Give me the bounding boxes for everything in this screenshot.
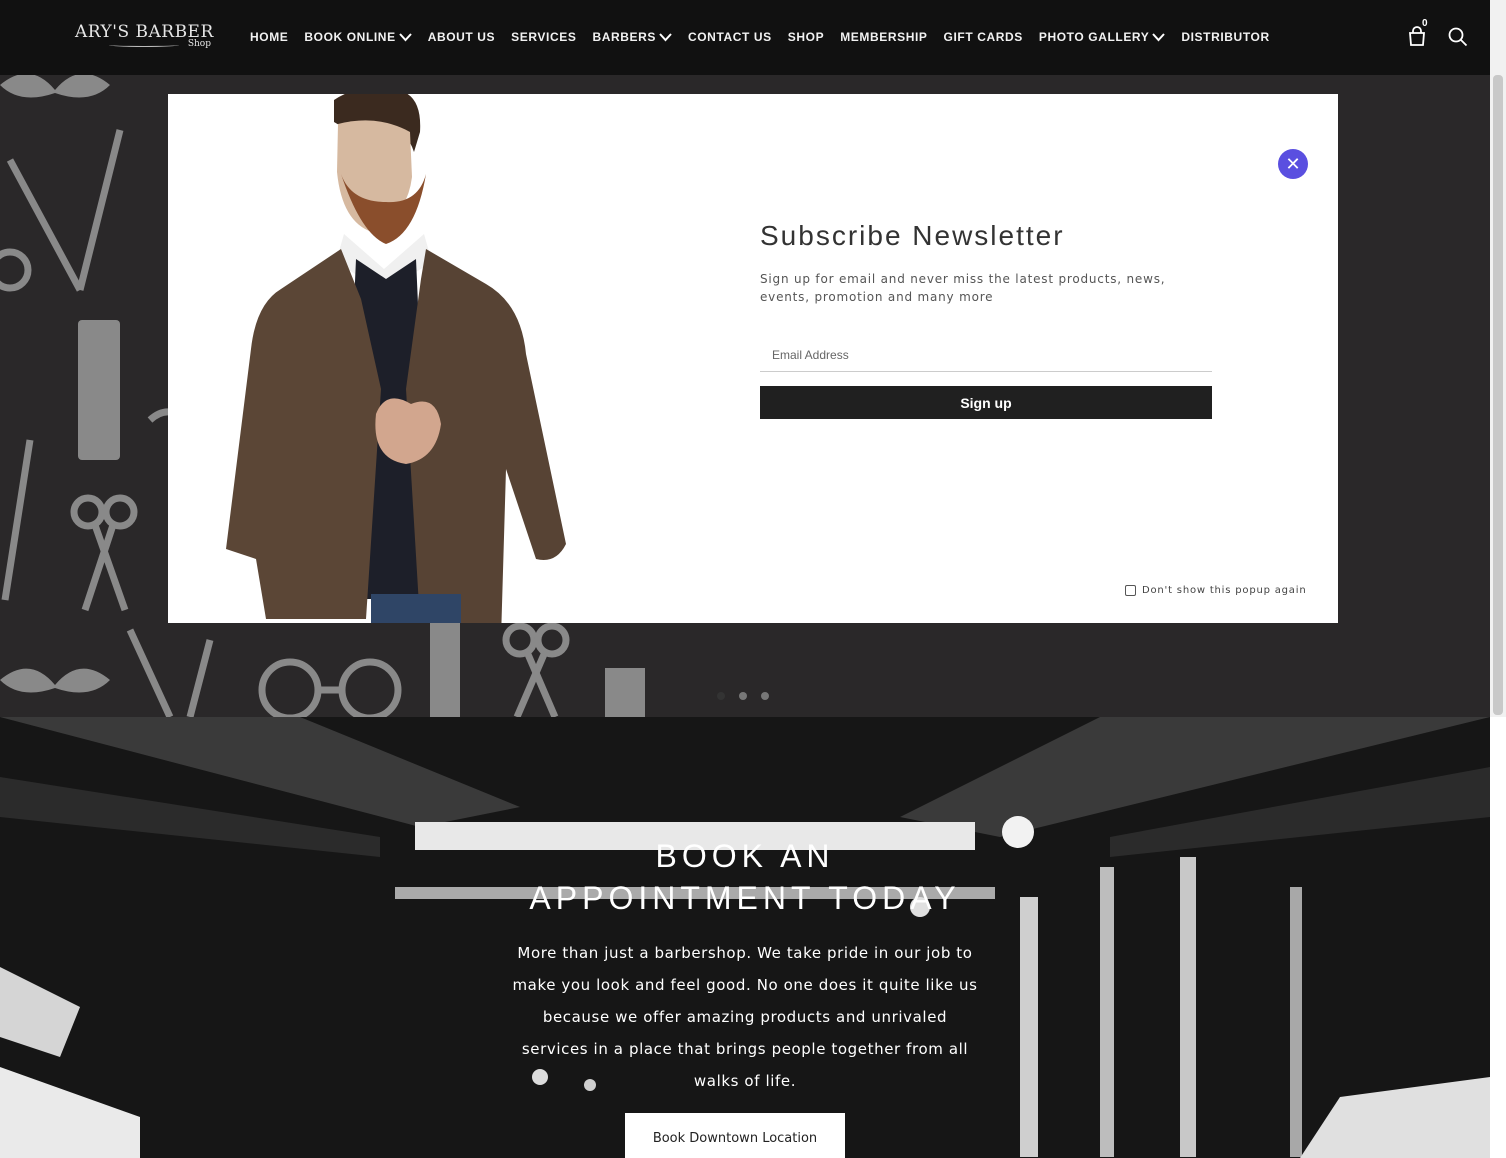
brand-sub: Shop — [187, 39, 211, 49]
search-icon[interactable] — [1448, 27, 1468, 47]
logo-flourish — [109, 43, 179, 47]
right-edge — [1490, 717, 1506, 1158]
booking-text: More than just a barbershop. We take pri… — [512, 944, 978, 1090]
booking-title-line-2: APPOINTMENT TODAY — [529, 880, 961, 916]
nav-item-membership[interactable]: MEMBERSHIP — [840, 30, 927, 44]
popup-title: Subscribe Newsletter — [760, 220, 1065, 251]
nav-item-home[interactable]: HOME — [250, 30, 288, 44]
slider-dots — [717, 692, 769, 700]
dont-show-label: Don't show this popup again — [1142, 585, 1307, 596]
nav-item-gift-cards[interactable]: GIFT CARDS — [944, 30, 1023, 44]
email-field[interactable] — [760, 338, 1212, 372]
chevron-down-icon — [1152, 33, 1166, 42]
nav-item-barbers[interactable]: BARBERS — [592, 30, 672, 44]
book-downtown-button[interactable]: Book Downtown Location — [625, 1113, 845, 1158]
nav-item-label: BARBERS — [592, 30, 656, 44]
slider-dot-2[interactable] — [739, 692, 747, 700]
nav-item-photo-gallery[interactable]: PHOTO GALLERY — [1038, 30, 1166, 44]
nav-item-shop[interactable]: SHOP — [788, 30, 824, 44]
model-photo — [226, 94, 566, 623]
nav-item-distributor[interactable]: DISTRIBUTOR — [1181, 30, 1269, 44]
nav-item-label: HOME — [250, 30, 289, 44]
cart-count: 0 — [1422, 18, 1428, 29]
nav-item-label: CONTACT US — [687, 30, 772, 44]
site-header: ARY'S BARBER Shop HOME BOOK ONLINE ABOUT U… — [0, 0, 1490, 75]
main-nav: HOME BOOK ONLINE ABOUT US SERVICES BARBERS CO… — [250, 30, 1286, 44]
slider-dot-3[interactable] — [761, 692, 769, 700]
nav-item-label: DISTRIBUTOR — [1181, 30, 1270, 44]
booking-title: BOOK AN APPOINTMENT TODAY — [0, 835, 1490, 919]
slider-dot-1[interactable] — [717, 692, 725, 700]
nav-item-label: MEMBERSHIP — [840, 30, 928, 44]
nav-item-label: SHOP — [787, 30, 825, 44]
signup-button[interactable]: Sign up — [760, 386, 1212, 419]
chevron-down-icon — [659, 33, 672, 42]
nav-item-label: SERVICES — [511, 30, 577, 44]
dont-show-checkbox[interactable]: Don't show this popup again — [1125, 585, 1306, 596]
close-icon[interactable]: ✕ — [1278, 149, 1308, 179]
scrollbar-thumb[interactable] — [1493, 75, 1503, 715]
nav-item-label: GIFT CARDS — [943, 30, 1023, 44]
brand-logo[interactable]: ARY'S BARBER Shop — [75, 22, 215, 49]
chevron-down-icon — [398, 33, 412, 42]
nav-item-label: BOOK ONLINE — [304, 30, 396, 44]
nav-item-contact-us[interactable]: CONTACT US — [688, 30, 772, 44]
nav-item-services[interactable]: SERVICES — [511, 30, 576, 44]
booking-section: BOOK AN APPOINTMENT TODAY More than just… — [0, 717, 1490, 1158]
newsletter-popup: ✕ Subscribe Newsletter Sign up for email… — [168, 94, 1338, 623]
nav-item-about-us[interactable]: ABOUT US — [428, 30, 495, 44]
popup-description: Sign up for email and never miss the lat… — [760, 272, 1166, 304]
booking-title-line-1: BOOK AN — [655, 838, 835, 874]
nav-item-label: PHOTO GALLERY — [1038, 30, 1150, 44]
shopping-bag-icon[interactable]: 0 — [1408, 18, 1430, 48]
checkbox-box[interactable] — [1125, 585, 1136, 596]
nav-item-label: ABOUT US — [427, 30, 496, 44]
page-scrollbar[interactable] — [1490, 0, 1506, 717]
nav-item-book-online[interactable]: BOOK ONLINE — [304, 30, 412, 44]
